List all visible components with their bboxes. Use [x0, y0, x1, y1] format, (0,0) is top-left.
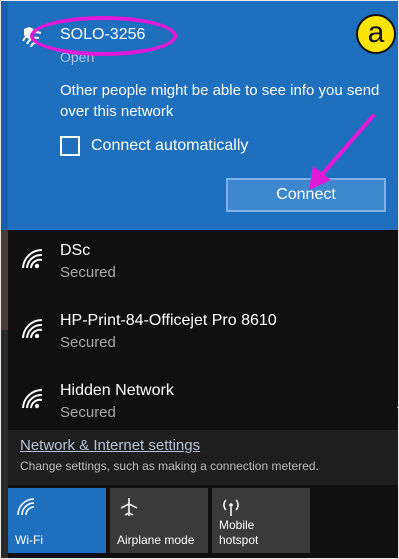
network-name: DSc [60, 242, 91, 259]
scroll-down-arrow[interactable]: ⌄ [394, 400, 399, 414]
airplane-icon [120, 498, 138, 516]
network-list: DSc Secured HP-Print-84-Officejet Pro 86… [8, 230, 399, 430]
connect-automatically-label: Connect automatically [91, 137, 249, 154]
wifi-icon [22, 318, 43, 339]
connect-automatically-row[interactable]: Connect automatically [60, 136, 248, 156]
airplane-mode-tile[interactable]: Airplane mode [110, 488, 208, 553]
wifi-toggle-tile[interactable]: Wi-Fi [8, 488, 106, 553]
wifi-icon [17, 498, 35, 516]
network-item-hidden[interactable]: Hidden Network Secured [8, 370, 391, 430]
network-settings-link[interactable]: Network & Internet settings [20, 437, 200, 454]
wifi-icon [22, 388, 43, 409]
connect-automatically-checkbox[interactable] [60, 136, 80, 156]
network-item-hp-print[interactable]: HP-Print-84-Officejet Pro 8610 Secured [8, 300, 391, 370]
mobile-hotspot-tile[interactable]: Mobile hotspot [212, 488, 310, 553]
annotation-badge: a [356, 14, 396, 54]
network-name: HP-Print-84-Officejet Pro 8610 [60, 312, 277, 329]
network-status: Secured [60, 264, 116, 281]
settings-description: Change settings, such as making a connec… [20, 459, 319, 473]
annotation-arrow [309, 114, 375, 190]
network-status: Secured [60, 404, 116, 421]
tile-label: Airplane mode [117, 533, 195, 547]
quick-actions: Wi-Fi Airplane mode Mobile hotspot [8, 488, 399, 553]
tile-label: Wi-Fi [15, 533, 43, 547]
desktop-edge [0, 0, 8, 559]
network-item-dsc[interactable]: DSc Secured [8, 230, 391, 300]
hotspot-icon [223, 499, 239, 516]
network-name: Hidden Network [60, 382, 174, 399]
highlight-ellipse [30, 16, 177, 56]
network-status: Secured [60, 334, 116, 351]
settings-section: Network & Internet settings Change setti… [8, 430, 399, 485]
wifi-icon [22, 248, 43, 269]
tile-label: Mobile hotspot [219, 518, 259, 547]
